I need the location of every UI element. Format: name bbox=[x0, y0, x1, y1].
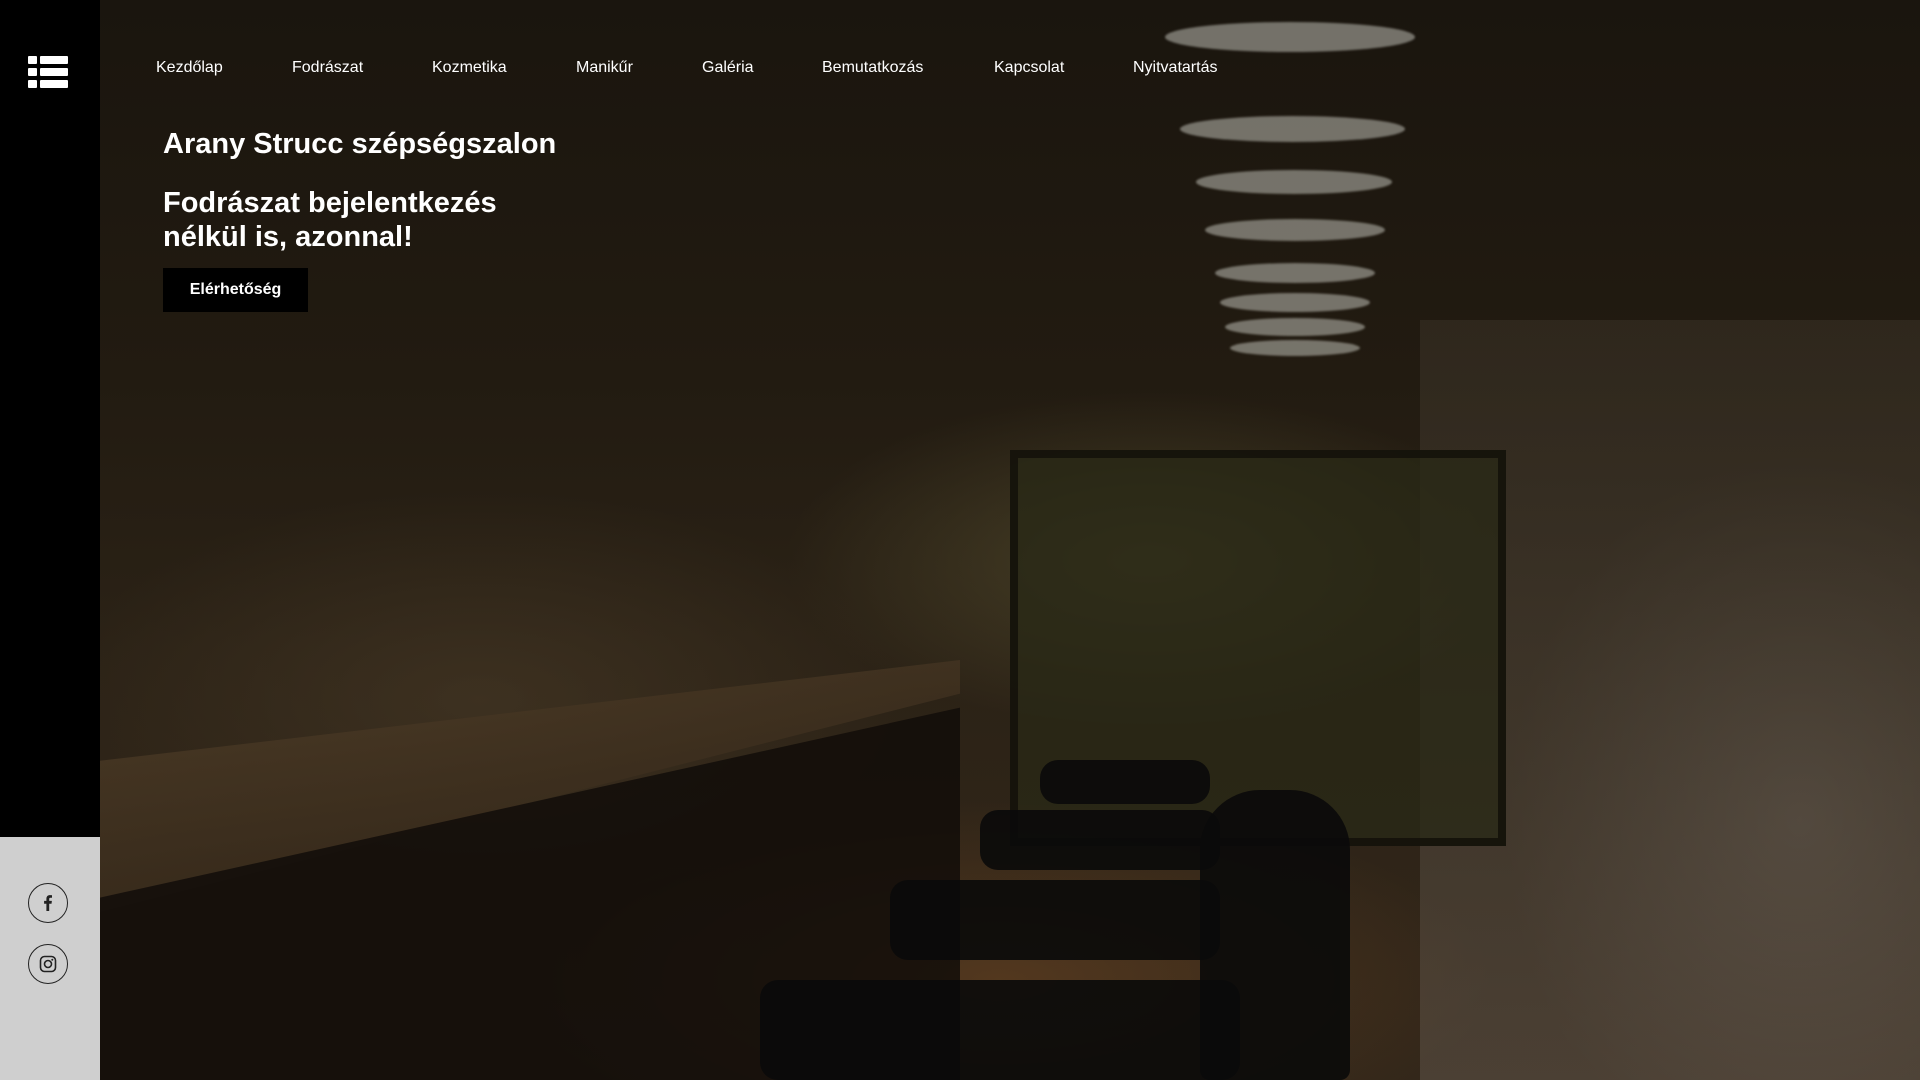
ceiling-light bbox=[1220, 293, 1370, 312]
barber-chair bbox=[980, 810, 1220, 870]
contact-button[interactable]: Elérhetőség bbox=[163, 268, 308, 312]
nav-item-galeria[interactable]: Galéria bbox=[702, 59, 754, 77]
brand-title: Arany Strucc szépségszalon bbox=[163, 128, 557, 160]
ceiling-light bbox=[1180, 116, 1405, 142]
nav-item-bemutatkozas[interactable]: Bemutatkozás bbox=[822, 59, 923, 77]
ceiling-light bbox=[1205, 219, 1385, 241]
ceiling-light bbox=[1165, 22, 1415, 52]
list-menu-icon[interactable] bbox=[28, 56, 68, 88]
barber-chair bbox=[890, 880, 1220, 960]
ceiling-light bbox=[1225, 318, 1365, 336]
nav-item-kapcsolat[interactable]: Kapcsolat bbox=[994, 59, 1064, 77]
nav-item-kezdolap[interactable]: Kezdőlap bbox=[156, 59, 223, 77]
barber-chair bbox=[760, 980, 1240, 1080]
hero-background bbox=[100, 0, 1920, 1080]
hero-tagline: Fodrászat bejelentkezés nélkül is, azonn… bbox=[163, 187, 497, 253]
sidebar bbox=[0, 0, 100, 1080]
nav-item-kozmetika[interactable]: Kozmetika bbox=[432, 59, 507, 77]
nav-item-fodraszat[interactable]: Fodrászat bbox=[292, 59, 363, 77]
barber-chair bbox=[1040, 760, 1210, 804]
instagram-icon[interactable] bbox=[28, 944, 68, 984]
facebook-icon[interactable] bbox=[28, 883, 68, 923]
social-panel bbox=[0, 837, 100, 1080]
page: Kezdőlap Fodrászat Kozmetika Manikűr Gal… bbox=[0, 0, 1920, 1080]
nav-item-manikur[interactable]: Manikűr bbox=[576, 59, 633, 77]
ceiling-light bbox=[1230, 340, 1360, 356]
ceiling-light bbox=[1215, 263, 1375, 283]
barber-chair-back bbox=[1200, 790, 1350, 1080]
nav-item-nyitvatartas[interactable]: Nyitvatartás bbox=[1133, 59, 1217, 77]
ceiling-light bbox=[1196, 170, 1392, 194]
